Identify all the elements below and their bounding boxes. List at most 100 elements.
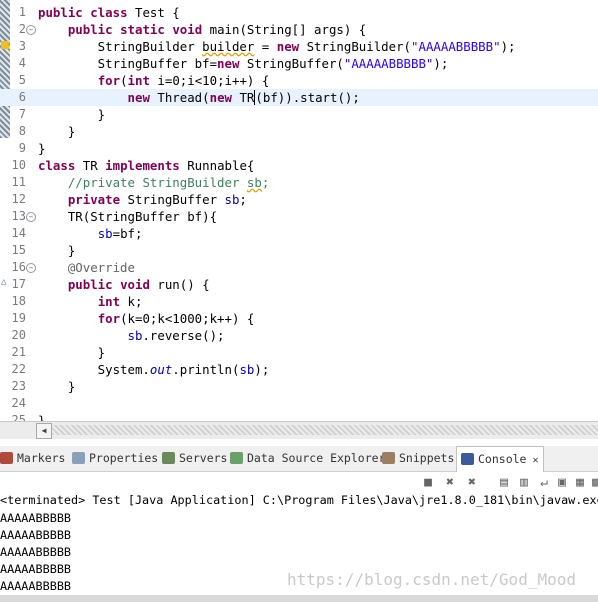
code-text[interactable]: sb=bf;	[38, 225, 143, 242]
code-token: public	[38, 5, 83, 20]
code-token: StringBuilder	[38, 39, 203, 54]
code-text[interactable]: public static void main(String[] args) {	[38, 21, 366, 38]
code-text[interactable]: @Override	[38, 259, 135, 276]
code-text[interactable]: for(k=0;k<1000;k++) {	[38, 310, 255, 327]
code-line[interactable]: 20 sb.reverse();	[0, 327, 598, 344]
code-token: sb	[246, 175, 262, 190]
code-line[interactable]: 5 for(int i=0;i<10;i++) {	[0, 72, 598, 89]
word-wrap-icon[interactable]: ↵	[536, 475, 552, 491]
code-line[interactable]: 6 new Thread(new TR(bf)).start();	[0, 89, 598, 106]
code-text[interactable]: }	[38, 106, 105, 123]
override-marker-icon[interactable]: △	[1, 277, 6, 287]
code-text[interactable]: for(int i=0;i<10;i++) {	[38, 72, 270, 89]
scroll-left-icon[interactable]: ◀	[36, 423, 52, 439]
bottom-scrollbar[interactable]	[0, 595, 598, 602]
code-line[interactable]: 15 }	[0, 242, 598, 259]
code-text[interactable]: int k;	[38, 293, 143, 310]
code-line[interactable]: 16− @Override	[0, 259, 598, 276]
code-line[interactable]: 17 △ public void run() {	[0, 276, 598, 293]
line-number: 13	[11, 209, 26, 223]
line-number: 11	[11, 175, 26, 189]
code-line[interactable]: 12 private StringBuffer sb;	[0, 191, 598, 208]
code-line[interactable]: 3 StringBuilder builder = new StringBuil…	[0, 38, 598, 55]
clear-console-icon[interactable]: ▤	[496, 475, 512, 491]
code-line[interactable]: 19 for(k=0;k<1000;k++) {	[0, 310, 598, 327]
code-line[interactable]: 23 }	[0, 378, 598, 395]
remove-all-terminated-icon[interactable]: ✖	[464, 475, 480, 491]
code-token: );	[500, 39, 516, 54]
code-token: out	[149, 362, 173, 377]
code-text[interactable]: }	[38, 123, 75, 140]
close-icon[interactable]: ✕	[526, 455, 538, 466]
tab-data-source-explorer[interactable]: Data Source Explorer	[230, 446, 385, 471]
pin-console-icon[interactable]: ▣	[554, 475, 570, 491]
fold-toggle-icon[interactable]: −	[26, 212, 36, 222]
code-text[interactable]: StringBuffer bf=new StringBuffer("AAAAAB…	[38, 55, 449, 72]
tab-markers[interactable]: Markers	[0, 446, 65, 471]
code-token: }	[38, 141, 46, 156]
open-console-icon[interactable]: ▩	[588, 475, 598, 491]
tab-console[interactable]: Console ✕	[456, 446, 544, 472]
scroll-lock-icon[interactable]: ▥	[516, 475, 532, 491]
code-token: //private StringBuilder	[67, 175, 247, 190]
code-token: "AAAAABBBBB"	[411, 39, 501, 54]
code-token: sb	[97, 226, 113, 241]
code-token: builder	[202, 39, 255, 54]
code-editor[interactable]: 1 public class Test {2− public static voi…	[0, 0, 598, 422]
editor-horizontal-scrollbar[interactable]: ◀	[0, 421, 598, 439]
fold-toggle-icon[interactable]: −	[26, 263, 36, 273]
code-line[interactable]: 2− public static void main(String[] args…	[0, 21, 598, 38]
code-text[interactable]: class TR implements Runnable{	[38, 157, 254, 174]
code-line[interactable]: 4 StringBuffer bf=new StringBuffer("AAAA…	[0, 55, 598, 72]
tab-servers[interactable]: Servers	[162, 446, 227, 471]
code-text[interactable]: }	[38, 242, 75, 259]
remove-launch-icon[interactable]: ✖	[442, 475, 458, 491]
code-line[interactable]: 14 sb=bf;	[0, 225, 598, 242]
code-text[interactable]: public void run() {	[38, 276, 210, 293]
code-text[interactable]: }	[38, 344, 105, 361]
code-text[interactable]: }	[38, 378, 75, 395]
code-line[interactable]: 10 class TR implements Runnable{	[0, 157, 598, 174]
code-text[interactable]: //private StringBuilder sb;	[38, 174, 269, 191]
code-token: public	[67, 22, 113, 37]
code-token: private	[67, 192, 121, 207]
scrollbar-track[interactable]	[52, 425, 598, 435]
code-line[interactable]: 11 //private StringBuilder sb;	[0, 174, 598, 191]
code-text[interactable]: sb.reverse();	[38, 327, 225, 344]
data-source-icon	[230, 452, 243, 464]
code-line[interactable]: 13− TR(StringBuffer bf){	[0, 208, 598, 225]
tab-label: Data Source Explorer	[247, 451, 386, 465]
code-line[interactable]: 21 }	[0, 344, 598, 361]
code-line[interactable]: 8 }	[0, 123, 598, 140]
tab-snippets[interactable]: Snippets	[382, 446, 454, 471]
code-text[interactable]: public class Test {	[38, 4, 180, 21]
code-line[interactable]: 1 public class Test {	[0, 4, 598, 21]
code-line[interactable]: 22 System.out.println(sb);	[0, 361, 598, 378]
code-text[interactable]: }	[38, 140, 45, 157]
code-token: static	[120, 22, 165, 37]
code-line[interactable]: 7 }	[0, 106, 598, 123]
warning-marker-icon[interactable]	[1, 41, 9, 49]
console-output-line: AAAAABBBBB	[0, 528, 72, 542]
code-text[interactable]: System.out.println(sb);	[38, 361, 270, 378]
display-selected-console-icon[interactable]: ▦	[572, 475, 588, 491]
code-line[interactable]: 18 int k;	[0, 293, 598, 310]
code-text[interactable]: TR(StringBuffer bf){	[38, 208, 217, 225]
tab-properties[interactable]: Properties	[72, 446, 158, 471]
tab-label: Markers	[17, 451, 66, 465]
code-token: public	[67, 277, 113, 292]
code-text[interactable]: new Thread(new TR(bf)).start();	[38, 89, 360, 106]
fold-toggle-icon[interactable]: −	[26, 25, 36, 35]
tab-label: Console	[478, 452, 527, 466]
code-token: StringBuffer bf=	[38, 56, 218, 71]
code-token: for	[97, 311, 121, 326]
terminate-icon[interactable]: ■	[420, 475, 436, 491]
code-text[interactable]: private StringBuffer sb;	[38, 191, 247, 208]
code-line[interactable]: 24	[0, 395, 598, 412]
code-token: void	[172, 22, 203, 37]
code-token: Thread(	[149, 90, 210, 105]
line-number: 14	[11, 226, 26, 240]
code-text[interactable]: StringBuilder builder = new StringBuilde…	[38, 38, 516, 55]
code-line[interactable]: 9}	[0, 140, 598, 157]
